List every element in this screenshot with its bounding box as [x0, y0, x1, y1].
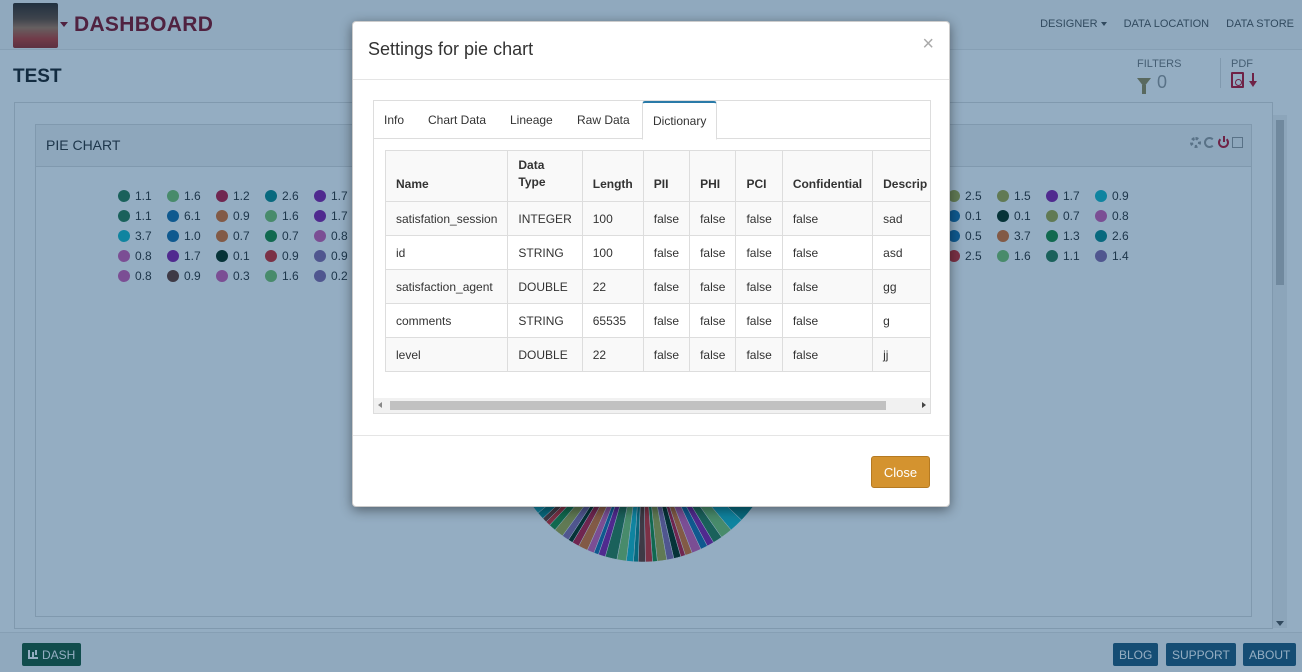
table-scrollbar-thumb[interactable] [390, 401, 886, 410]
tab-container: Info Chart Data Lineage Raw Data Diction… [373, 100, 931, 414]
cell-confidential: false [781, 269, 874, 304]
cell-confidential: false [781, 337, 874, 372]
cell-name: comments [384, 303, 509, 338]
dictionary-table: Name Data Type Length PII PHI PCI Confid… [384, 150, 930, 372]
cell-length: 100 [581, 235, 644, 270]
cell-name: satisfaction_agent [384, 269, 509, 304]
table-row[interactable]: satisfaction_agent DOUBLE 22 false false fals… [384, 269, 930, 304]
close-button[interactable]: Close [871, 456, 930, 488]
cell-pci: false [735, 337, 783, 372]
modal-body: Info Chart Data Lineage Raw Data Diction… [373, 100, 931, 414]
cell-phi: false [689, 337, 737, 372]
modal-header: Settings for pie chart × [353, 22, 949, 80]
col-header-confidential[interactable]: Confidential [781, 150, 874, 202]
dictionary-scroll-area[interactable]: Name Data Type Length PII PHI PCI Confid… [374, 101, 930, 397]
cell-pii: false [642, 303, 691, 338]
cell-confidential: false [781, 201, 874, 236]
cell-length: 65535 [581, 303, 644, 338]
cell-data-type: STRING [507, 235, 583, 270]
cell-description: asd [872, 235, 930, 270]
cell-phi: false [689, 269, 737, 304]
cell-confidential: false [781, 303, 874, 338]
col-header-data-type[interactable]: Data Type [507, 150, 583, 202]
cell-description: sad [872, 201, 930, 236]
cell-pii: false [642, 337, 691, 372]
cell-phi: false [689, 235, 737, 270]
cell-phi: false [689, 201, 737, 236]
settings-modal: Settings for pie chart × Info Chart Data… [352, 21, 950, 507]
cell-data-type: DOUBLE [507, 269, 583, 304]
cell-name: level [384, 337, 509, 372]
cell-pci: false [735, 201, 783, 236]
table-row[interactable]: id STRING 100 false false false false asd [384, 235, 930, 270]
cell-description: g [872, 303, 930, 338]
modal-title: Settings for pie chart [368, 39, 534, 59]
cell-data-type: INTEGER [507, 201, 583, 236]
col-header-pii[interactable]: PII [642, 150, 691, 202]
cell-name: id [384, 235, 509, 270]
table-row[interactable]: level DOUBLE 22 false false false false jj [384, 337, 930, 372]
cell-pci: false [735, 269, 783, 304]
dictionary-table-body: satisfation_session INTEGER 100 false false f… [384, 201, 930, 372]
col-header-data-type-label: Data Type [518, 158, 546, 189]
col-header-length[interactable]: Length [581, 150, 644, 202]
cell-pci: false [735, 235, 783, 270]
table-row[interactable]: satisfation_session INTEGER 100 false false f… [384, 201, 930, 236]
cell-description: jj [872, 337, 930, 372]
scroll-left-arrow-icon[interactable] [378, 402, 382, 408]
cell-description: gg [872, 269, 930, 304]
cell-data-type: DOUBLE [507, 337, 583, 372]
cell-confidential: false [781, 235, 874, 270]
table-header-row: Name Data Type Length PII PHI PCI Confid… [384, 150, 930, 202]
cell-pii: false [642, 201, 691, 236]
scroll-right-arrow-icon[interactable] [922, 402, 926, 408]
cell-length: 22 [581, 337, 644, 372]
col-header-name[interactable]: Name [384, 150, 509, 202]
table-row[interactable]: comments STRING 65535 false false false false g [384, 303, 930, 338]
col-header-phi[interactable]: PHI [689, 150, 737, 202]
cell-pii: false [642, 235, 691, 270]
cell-phi: false [689, 303, 737, 338]
cell-pii: false [642, 269, 691, 304]
cell-length: 22 [581, 269, 644, 304]
cell-data-type: STRING [507, 303, 583, 338]
col-header-pci[interactable]: PCI [735, 150, 783, 202]
col-header-description[interactable]: Descrip [872, 150, 930, 202]
modal-footer: Close [353, 435, 949, 507]
table-horizontal-scrollbar[interactable] [374, 398, 930, 413]
close-icon[interactable]: × [922, 34, 934, 54]
cell-pci: false [735, 303, 783, 338]
cell-length: 100 [581, 201, 644, 236]
cell-name: satisfation_session [384, 201, 509, 236]
